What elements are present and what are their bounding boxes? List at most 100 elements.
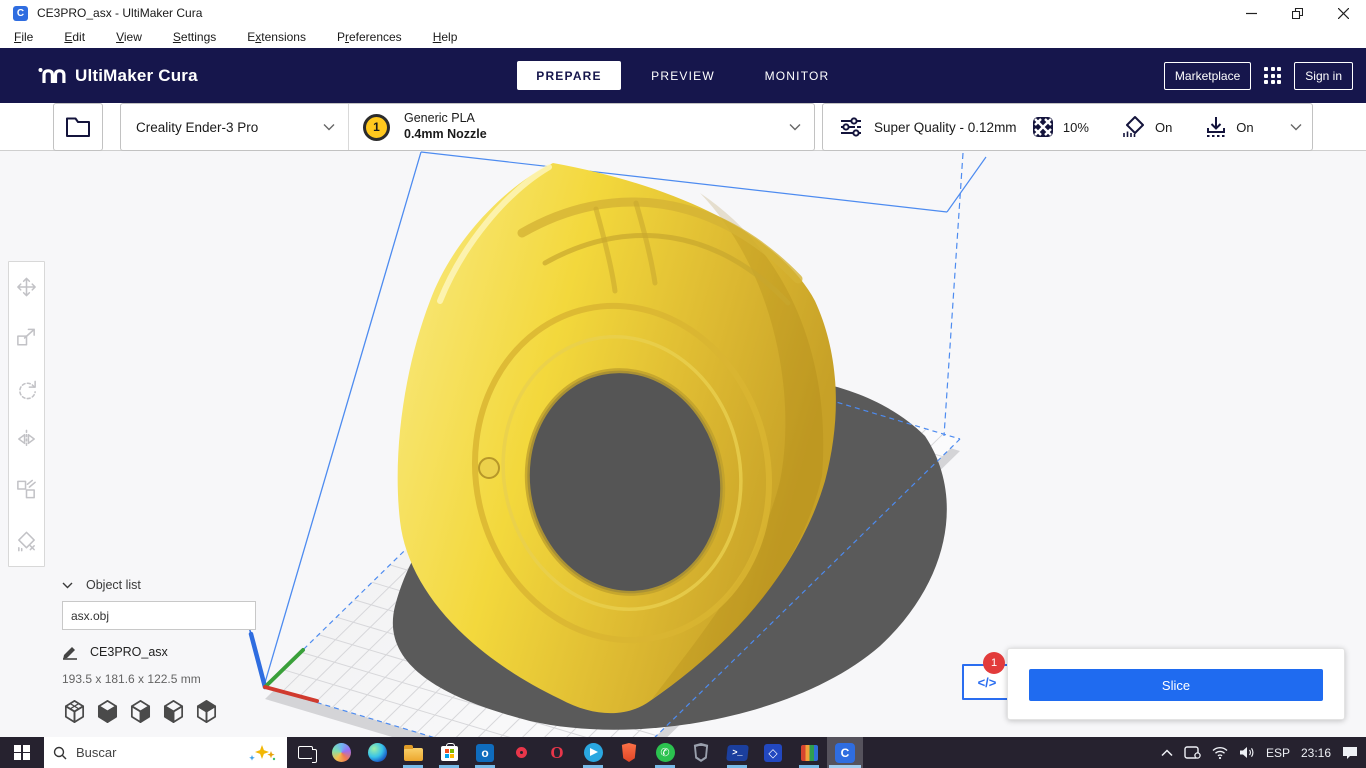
brand-text: UltiMaker Cura bbox=[75, 66, 198, 86]
tab-prepare[interactable]: PREPARE bbox=[517, 61, 621, 90]
taskbar-telegram[interactable] bbox=[575, 737, 611, 768]
taskbar-opera-gx[interactable] bbox=[503, 737, 539, 768]
mirror-icon bbox=[15, 427, 38, 451]
menu-edit[interactable]: Edit bbox=[64, 30, 85, 44]
taskbar-task-view[interactable] bbox=[287, 737, 323, 768]
tool-move[interactable] bbox=[9, 262, 44, 313]
print-settings-selector[interactable]: Super Quality - 0.12mm 10% On bbox=[822, 103, 1313, 151]
taskbar-gx-control[interactable] bbox=[683, 737, 719, 768]
taskbar-copilot[interactable] bbox=[323, 737, 359, 768]
action-center-icon[interactable] bbox=[1342, 746, 1358, 760]
move-icon bbox=[15, 275, 38, 299]
view-right-button[interactable] bbox=[194, 699, 219, 724]
taskbar-apps: o O ✆ >_ ◇ C bbox=[287, 737, 863, 768]
window-title: CE3PRO_asx - UltiMaker Cura bbox=[37, 6, 202, 20]
support-value: On bbox=[1155, 120, 1172, 135]
menu-preferences[interactable]: Preferences bbox=[337, 30, 402, 44]
search-icon bbox=[53, 746, 67, 760]
search-box[interactable]: Buscar bbox=[44, 737, 287, 768]
taskbar-outlook[interactable]: o bbox=[467, 737, 503, 768]
cura-window-icon: C bbox=[13, 6, 28, 21]
object-list-title: Object list bbox=[86, 578, 141, 592]
tab-preview[interactable]: PREVIEW bbox=[631, 61, 735, 90]
view-top-icon bbox=[128, 699, 153, 724]
tool-rotate[interactable] bbox=[9, 363, 44, 414]
search-highlights-icon bbox=[248, 744, 278, 762]
tool-support-blocker[interactable] bbox=[9, 515, 44, 566]
opera-icon: O bbox=[550, 743, 563, 763]
windows-logo-icon bbox=[14, 745, 30, 761]
menu-file[interactable]: File bbox=[14, 30, 33, 44]
tool-per-model-settings[interactable] bbox=[9, 465, 44, 516]
left-toolbar bbox=[8, 261, 45, 567]
taskbar-diamond-app[interactable]: ◇ bbox=[755, 737, 791, 768]
taskbar-powershell[interactable]: >_ bbox=[719, 737, 755, 768]
tool-mirror[interactable] bbox=[9, 414, 44, 465]
clock[interactable]: 23:16 bbox=[1301, 746, 1331, 760]
chevron-down-icon bbox=[789, 118, 801, 136]
brand: UltiMaker Cura bbox=[38, 48, 198, 103]
view-front-icon bbox=[95, 699, 120, 724]
open-file-button[interactable] bbox=[53, 103, 103, 151]
ultimaker-logo-icon bbox=[38, 66, 66, 86]
menu-extensions[interactable]: Extensions bbox=[247, 30, 306, 44]
ultimaker-cura-icon: C bbox=[835, 743, 855, 763]
sign-in-button[interactable]: Sign in bbox=[1294, 62, 1353, 90]
task-view-icon bbox=[298, 746, 313, 759]
object-list-item[interactable]: asx.obj bbox=[62, 601, 256, 630]
notification-badge: 1 bbox=[983, 652, 1005, 674]
restore-icon bbox=[1292, 8, 1303, 19]
tab-monitor[interactable]: MONITOR bbox=[745, 61, 849, 90]
volume-icon[interactable] bbox=[1239, 746, 1255, 759]
menu-settings[interactable]: Settings bbox=[173, 30, 216, 44]
wifi-icon[interactable] bbox=[1212, 746, 1228, 759]
marketplace-button[interactable]: Marketplace bbox=[1164, 62, 1251, 90]
pencil-icon bbox=[62, 644, 78, 660]
taskbar-winrar[interactable] bbox=[791, 737, 827, 768]
taskbar-opera[interactable]: O bbox=[539, 737, 575, 768]
config-bar: Creality Ender-3 Pro 1 Generic PLA 0.4mm… bbox=[0, 103, 1366, 151]
close-button[interactable] bbox=[1320, 0, 1366, 26]
taskbar-file-explorer[interactable] bbox=[395, 737, 431, 768]
infill-value: 10% bbox=[1063, 120, 1089, 135]
tray-expand-icon[interactable] bbox=[1161, 749, 1173, 757]
taskbar-microsoft-store[interactable] bbox=[431, 737, 467, 768]
keyboard-language[interactable]: ESP bbox=[1266, 746, 1290, 760]
model-dimensions: 193.5 x 181.6 x 122.5 mm bbox=[62, 672, 272, 686]
view-top-button[interactable] bbox=[128, 699, 153, 724]
project-name-edit[interactable]: CE3PRO_asx bbox=[62, 644, 272, 660]
start-button[interactable] bbox=[0, 737, 44, 768]
view-left-button[interactable] bbox=[161, 699, 186, 724]
minimize-button[interactable] bbox=[1228, 0, 1274, 26]
brave-icon bbox=[621, 743, 638, 762]
taskbar-brave[interactable] bbox=[611, 737, 647, 768]
object-list-panel: Object list asx.obj CE3PRO_asx 193.5 x 1… bbox=[62, 578, 272, 724]
copilot-icon bbox=[332, 743, 351, 762]
restore-button[interactable] bbox=[1274, 0, 1320, 26]
taskbar-microsoft-edge[interactable] bbox=[359, 737, 395, 768]
app-header: UltiMaker Cura PREPARE PREVIEW MONITOR Mar… bbox=[0, 48, 1366, 103]
menu-bar: File Edit View Settings Extensions Preference… bbox=[0, 26, 1366, 48]
menu-help[interactable]: Help bbox=[433, 30, 458, 44]
view-front-button[interactable] bbox=[95, 699, 120, 724]
printer-selector[interactable]: Creality Ender-3 Pro bbox=[121, 104, 348, 150]
viewport-3d[interactable]: Object list asx.obj CE3PRO_asx 193.5 x 1… bbox=[0, 151, 1366, 737]
taskbar-whatsapp[interactable]: ✆ bbox=[647, 737, 683, 768]
apps-grid-icon[interactable] bbox=[1264, 67, 1281, 84]
minimize-icon bbox=[1246, 8, 1257, 19]
outlook-icon: o bbox=[476, 744, 494, 762]
view-right-icon bbox=[194, 699, 219, 724]
slice-button[interactable]: Slice bbox=[1029, 669, 1323, 701]
search-placeholder: Buscar bbox=[76, 745, 239, 760]
material-selector[interactable]: 1 Generic PLA 0.4mm Nozzle bbox=[348, 104, 814, 150]
tool-scale[interactable] bbox=[9, 313, 44, 364]
menu-view[interactable]: View bbox=[116, 30, 142, 44]
taskbar-ultimaker-cura[interactable]: C bbox=[827, 737, 863, 768]
meet-now-icon[interactable] bbox=[1184, 746, 1201, 760]
powershell-icon: >_ bbox=[726, 745, 749, 761]
view-3d-button[interactable] bbox=[62, 699, 87, 724]
object-list-toggle[interactable]: Object list bbox=[62, 578, 272, 592]
opera-gx-icon bbox=[516, 747, 527, 758]
close-icon bbox=[1338, 8, 1349, 19]
whatsapp-icon: ✆ bbox=[656, 743, 675, 762]
